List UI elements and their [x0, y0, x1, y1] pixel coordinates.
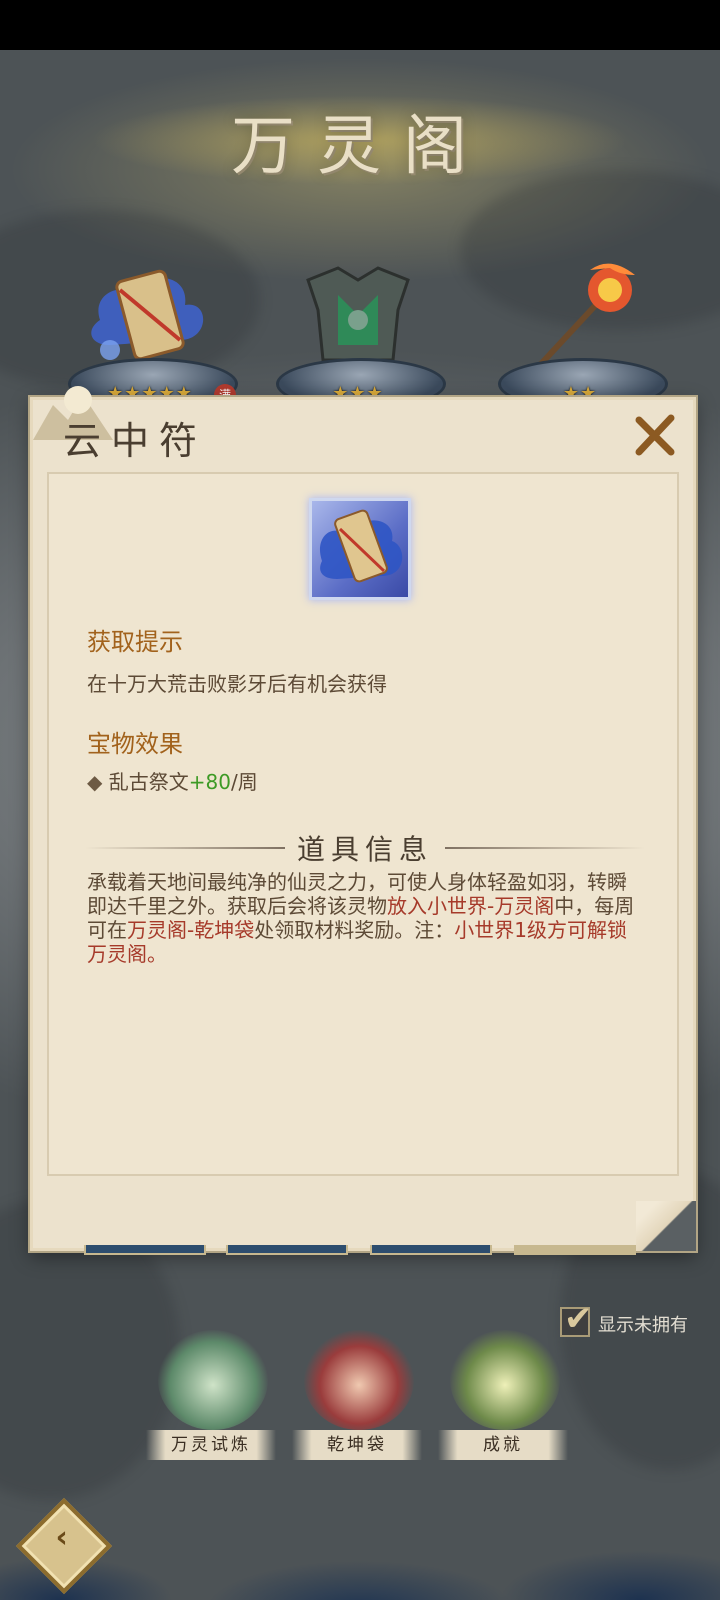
back-icon: ‹ — [55, 1519, 68, 1555]
info-divider: 道具信息 — [85, 828, 645, 868]
item-detail-modal: 云中符 获取提示 在十万大荒击败影牙后有机会获得 宝物效果 ◆ 乱古祭文+80/… — [30, 386, 696, 1251]
effect-heading: 宝物效果 — [87, 730, 183, 758]
close-button[interactable] — [631, 412, 679, 460]
tab-peek-active[interactable] — [514, 1245, 636, 1255]
effect-value: +80 — [188, 770, 231, 794]
page-title: 万灵阁 — [231, 110, 489, 184]
treasure-staff[interactable]: ★★ — [490, 260, 670, 410]
feature-label: 乾坤袋 — [292, 1430, 422, 1460]
info-text-part: 处领取材料奖励。注： — [254, 918, 455, 942]
check-icon: ✔ — [564, 1299, 593, 1339]
feature-trial-button[interactable]: 万灵试炼 — [146, 1320, 276, 1470]
feature-bag-button[interactable]: 乾坤袋 — [292, 1320, 422, 1470]
scroll-icon — [319, 509, 403, 583]
feature-achievement-button[interactable]: 成就 — [438, 1320, 568, 1470]
item-icon — [309, 498, 411, 600]
show-unowned-label: 显示未拥有 — [598, 1315, 688, 1336]
dragon-orb-icon — [450, 1330, 560, 1430]
effect-unit: /周 — [230, 770, 258, 794]
page-curl — [636, 1201, 696, 1251]
tab-peek[interactable] — [226, 1245, 348, 1255]
acquire-heading: 获取提示 — [87, 628, 183, 656]
info-text: 承载着天地间最纯净的仙灵之力，可使人身体轻盈如羽，转瞬即达千里之外。获取后会将该… — [87, 870, 643, 966]
info-heading: 道具信息 — [296, 833, 433, 866]
close-icon — [635, 414, 675, 456]
fire-staff-icon — [537, 263, 635, 368]
trial-icon — [158, 1330, 268, 1430]
info-highlight: 万灵阁-乾坤袋 — [127, 918, 255, 942]
treasure-armor[interactable]: ★★★ — [268, 260, 448, 410]
status-bar — [0, 0, 720, 50]
tab-peek[interactable] — [84, 1245, 206, 1255]
feature-label: 万灵试炼 — [146, 1430, 276, 1460]
diamond-bullet-icon: ◆ — [87, 770, 103, 794]
acquire-text: 在十万大荒击败影牙后有机会获得 — [87, 672, 387, 696]
armor-icon — [306, 266, 410, 362]
modal-title: 云中符 — [63, 419, 208, 463]
bag-icon — [304, 1330, 414, 1430]
effect-name: 乱古祭文 — [102, 770, 189, 794]
bottom-wave-decoration — [0, 1480, 720, 1600]
modal-content: 获取提示 在十万大荒击败影牙后有机会获得 宝物效果 ◆ 乱古祭文+80/周 道具… — [47, 472, 679, 1176]
tab-peek[interactable] — [370, 1245, 492, 1255]
feature-label: 成就 — [438, 1430, 568, 1460]
scroll-icon — [91, 269, 204, 361]
info-highlight: 放入小世界-万灵阁 — [387, 894, 555, 918]
effect-row: ◆ 乱古祭文+80/周 — [87, 766, 258, 795]
